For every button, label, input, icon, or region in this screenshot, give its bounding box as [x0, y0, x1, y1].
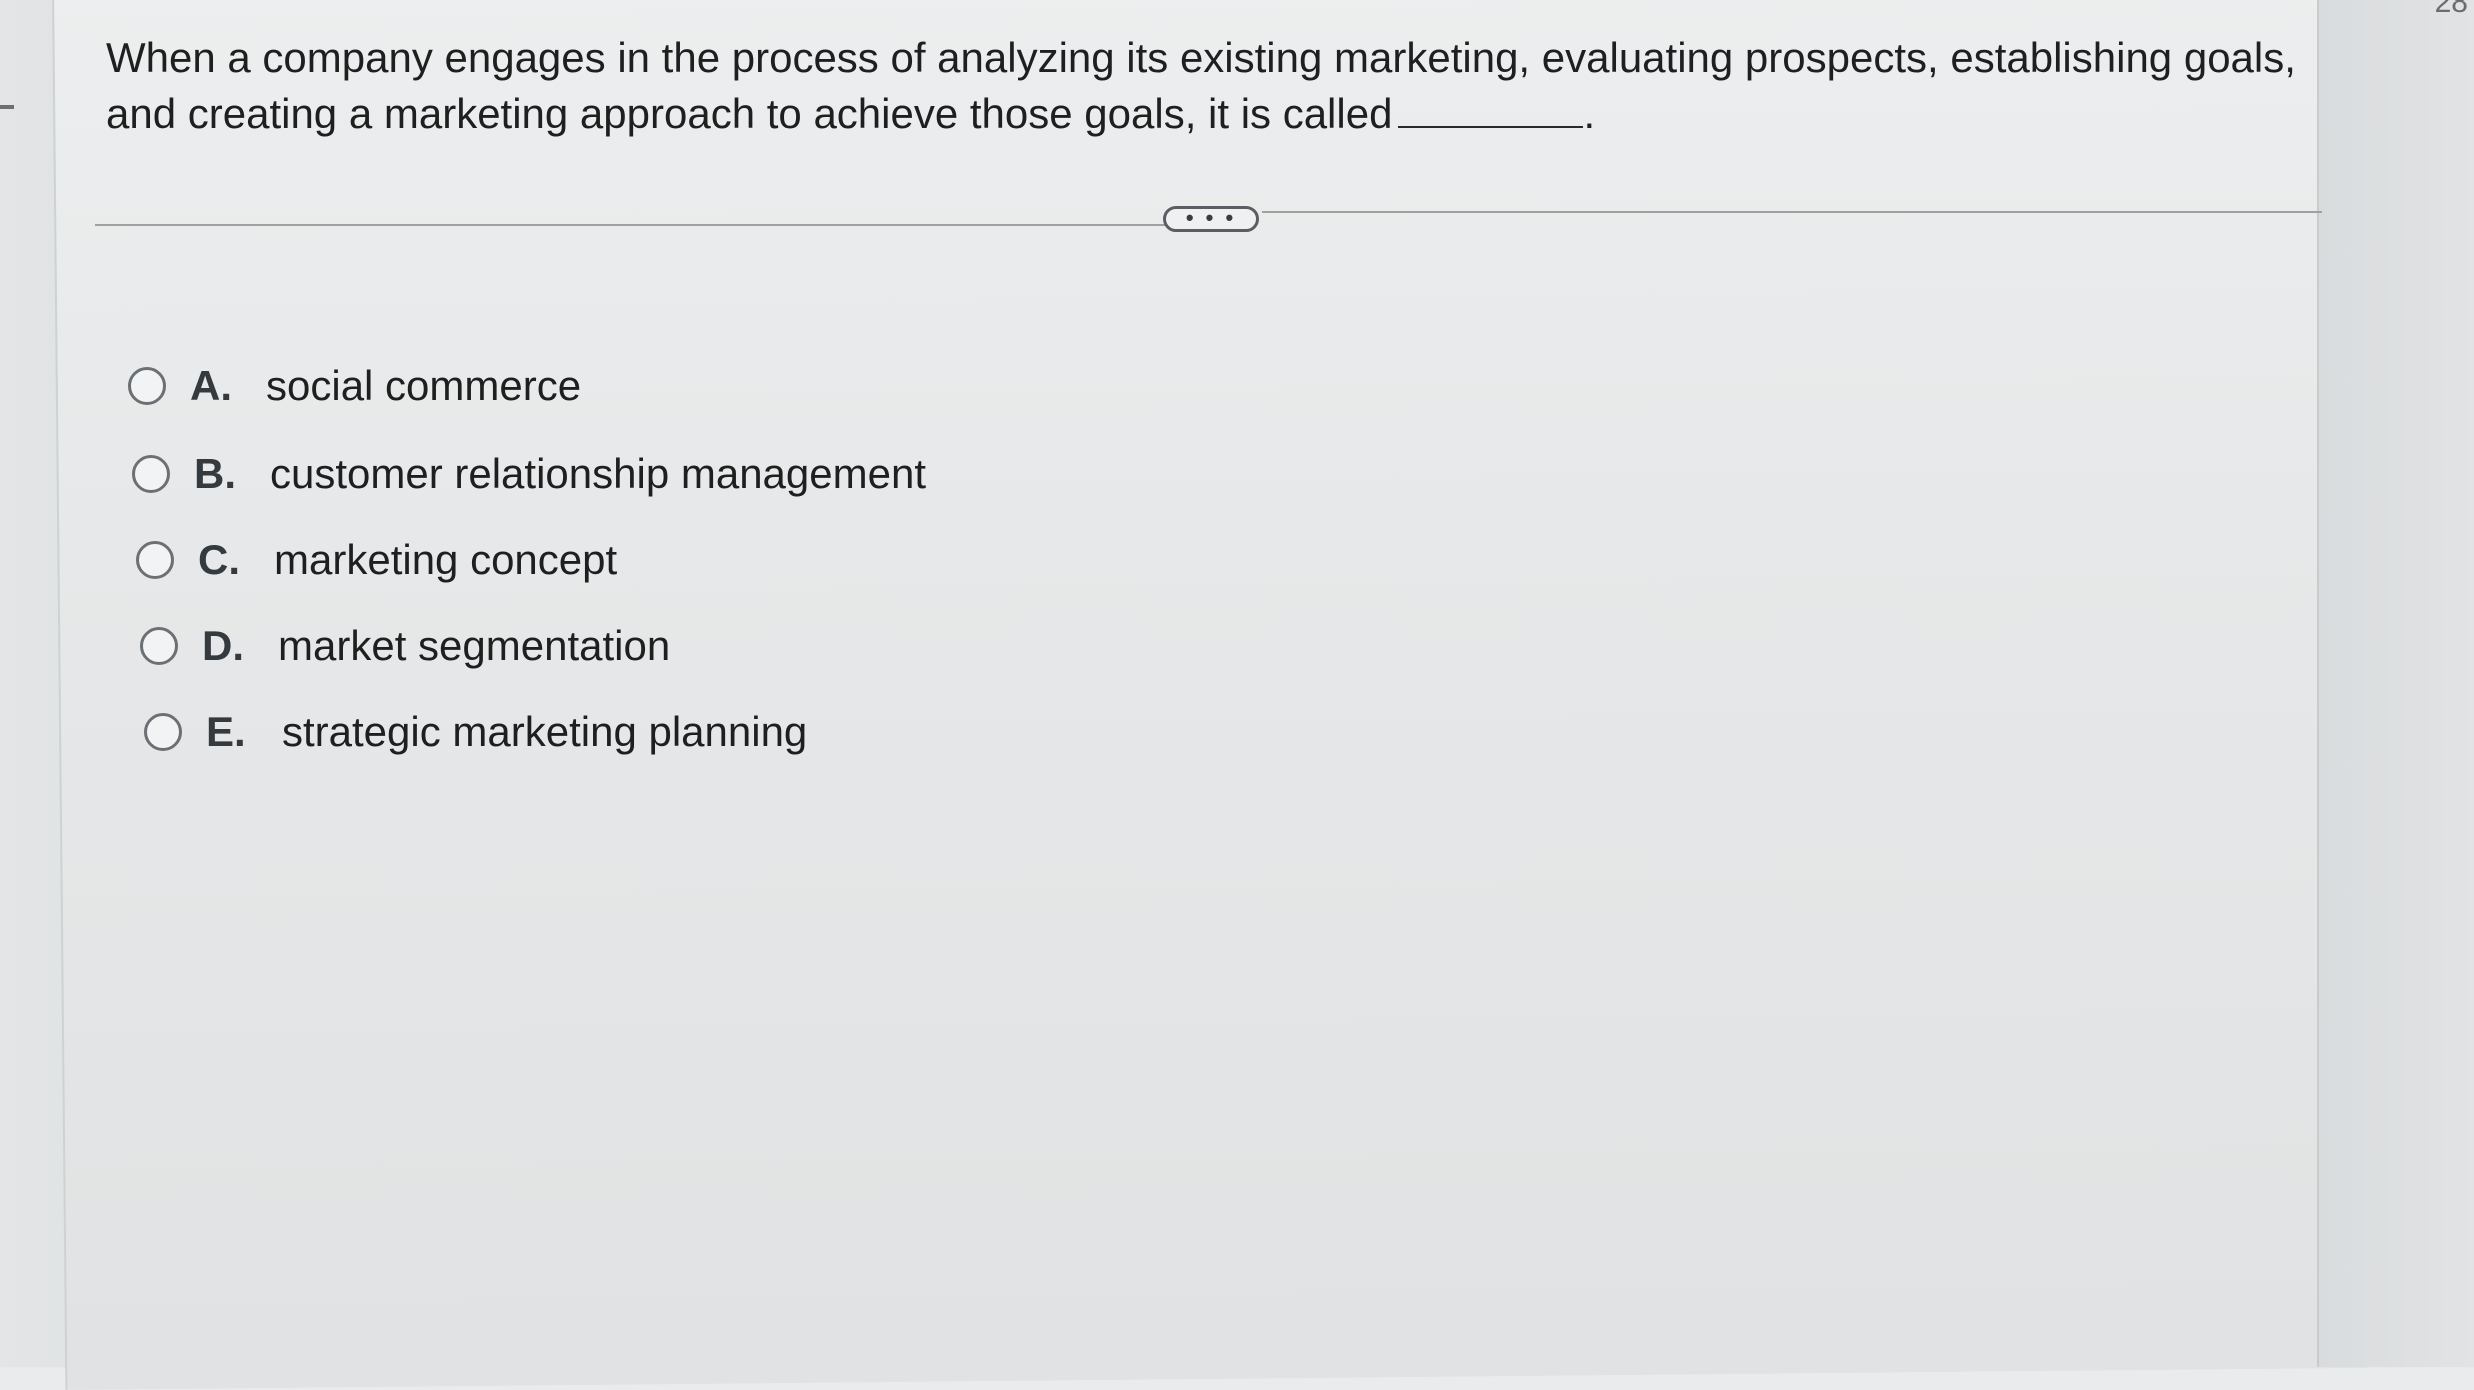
radio-button-icon[interactable]	[140, 627, 178, 665]
radio-button-icon[interactable]	[132, 455, 170, 493]
option-letter: B.	[194, 450, 236, 497]
option-c[interactable]: C. marketing concept	[136, 536, 617, 584]
option-a[interactable]: A. social commerce	[128, 362, 581, 410]
divider-left	[95, 224, 1165, 226]
right-panel: 28	[2317, 0, 2474, 1367]
radio-button-icon[interactable]	[136, 541, 174, 579]
question-line-2: and creating a marketing approach to ach…	[106, 86, 2306, 142]
radio-button-icon[interactable]	[128, 367, 166, 405]
option-e[interactable]: E. strategic marketing planning	[144, 708, 807, 756]
option-letter: D.	[202, 622, 244, 669]
radio-button-icon[interactable]	[144, 713, 182, 751]
expand-more-button[interactable]: • • •	[1163, 206, 1259, 232]
question-line-1: When a company engages in the process of…	[106, 34, 2296, 81]
option-letter: E.	[206, 708, 246, 755]
answer-blank	[1398, 86, 1584, 128]
divider-right	[1262, 211, 2322, 213]
option-label: strategic marketing planning	[282, 708, 808, 755]
option-letter: C.	[198, 536, 240, 583]
option-label: social commerce	[266, 362, 582, 409]
question-end-punct: .	[1583, 90, 1596, 137]
margin-tick	[0, 105, 14, 109]
page-number: 28	[2434, 0, 2468, 19]
question-line-2-text: and creating a marketing approach to ach…	[106, 90, 1393, 137]
option-d[interactable]: D. market segmentation	[140, 622, 670, 670]
option-label: marketing concept	[274, 536, 618, 583]
option-label: customer relationship management	[270, 450, 927, 497]
option-letter: A.	[190, 362, 232, 409]
option-b[interactable]: B. customer relationship management	[132, 450, 926, 498]
option-label: market segmentation	[278, 622, 671, 669]
question-text: When a company engages in the process of…	[106, 30, 2306, 142]
